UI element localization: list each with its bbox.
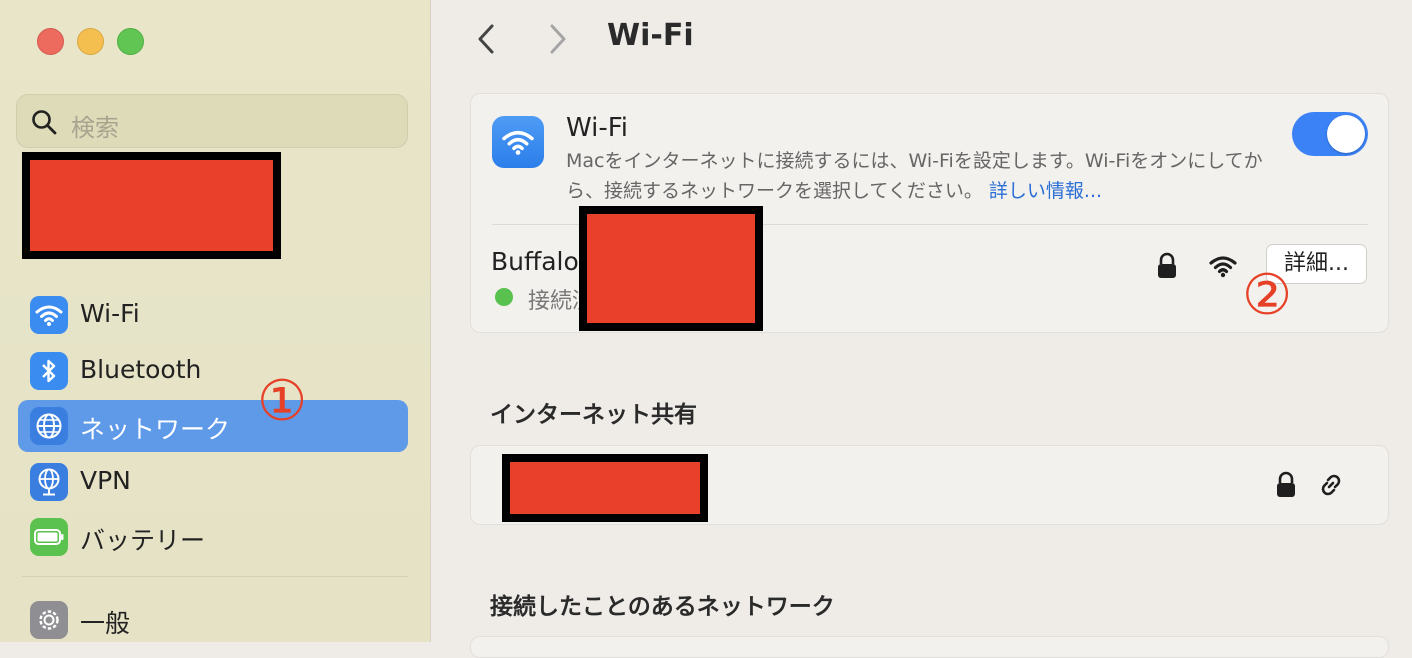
sidebar-item-label: 一般: [80, 609, 131, 638]
learn-more-link[interactable]: 詳しい情報...: [989, 180, 1102, 202]
wifi-description-text: Macをインターネットに接続するには、Wi-Fiを設定します。Wi-Fiをオンに…: [566, 150, 1263, 202]
battery-icon: [30, 518, 68, 556]
vpn-globe-icon: [30, 463, 68, 501]
connected-status-dot: [495, 288, 513, 306]
section-heading-known-networks: 接続したことのあるネットワーク: [490, 594, 835, 620]
sidebar: 検索 Wi-Fi Bluetooth ネットワーク VPN バッテリー 一般: [0, 0, 431, 642]
link-icon: [1316, 470, 1346, 504]
gear-icon: [30, 601, 68, 639]
page-title: Wi-Fi: [607, 18, 694, 53]
minimize-window-button[interactable]: [77, 28, 104, 55]
sidebar-item-vpn[interactable]: VPN: [18, 456, 408, 508]
search-icon: [31, 109, 57, 139]
back-button[interactable]: [474, 22, 498, 60]
network-name: Buffalo-: [491, 247, 589, 276]
redacted-shared-network: [502, 454, 708, 522]
wifi-card-title: Wi-Fi: [566, 113, 629, 143]
toggle-knob: [1327, 115, 1365, 153]
forward-button[interactable]: [546, 22, 570, 60]
lock-icon: [1156, 252, 1178, 284]
wifi-icon: [492, 116, 544, 168]
redacted-network-name: [579, 206, 763, 331]
sidebar-item-battery[interactable]: バッテリー: [18, 511, 408, 563]
search-placeholder: 検索: [71, 114, 119, 142]
close-window-button[interactable]: [37, 28, 64, 55]
wifi-card-description: Macをインターネットに接続するには、Wi-Fiを設定します。Wi-Fiをオンに…: [566, 146, 1276, 206]
sidebar-item-label: VPN: [80, 466, 131, 495]
sidebar-item-bluetooth[interactable]: Bluetooth: [18, 345, 408, 397]
redacted-account-block: [22, 152, 281, 259]
bluetooth-icon: [30, 352, 68, 390]
wifi-icon: [30, 296, 68, 334]
wifi-signal-icon: [1207, 254, 1239, 282]
annotation-marker-2: ②: [1242, 263, 1293, 328]
zoom-window-button[interactable]: [117, 28, 144, 55]
search-field[interactable]: 検索: [16, 94, 408, 148]
known-networks-card: [470, 636, 1389, 658]
wifi-toggle[interactable]: [1292, 112, 1368, 156]
sidebar-item-general[interactable]: 一般: [18, 594, 408, 646]
sidebar-item-label: Wi-Fi: [80, 299, 140, 328]
sidebar-item-label: バッテリー: [80, 526, 206, 555]
sidebar-item-wifi[interactable]: Wi-Fi: [18, 289, 408, 341]
globe-icon: [30, 407, 68, 445]
sidebar-item-label: ネットワーク: [80, 415, 231, 444]
sidebar-divider: [22, 576, 408, 577]
sidebar-item-network[interactable]: ネットワーク: [18, 400, 408, 452]
lock-icon: [1275, 471, 1297, 503]
sidebar-item-label: Bluetooth: [80, 355, 202, 384]
annotation-marker-1: ①: [257, 369, 308, 434]
section-heading-internet-sharing: インターネット共有: [490, 402, 697, 428]
